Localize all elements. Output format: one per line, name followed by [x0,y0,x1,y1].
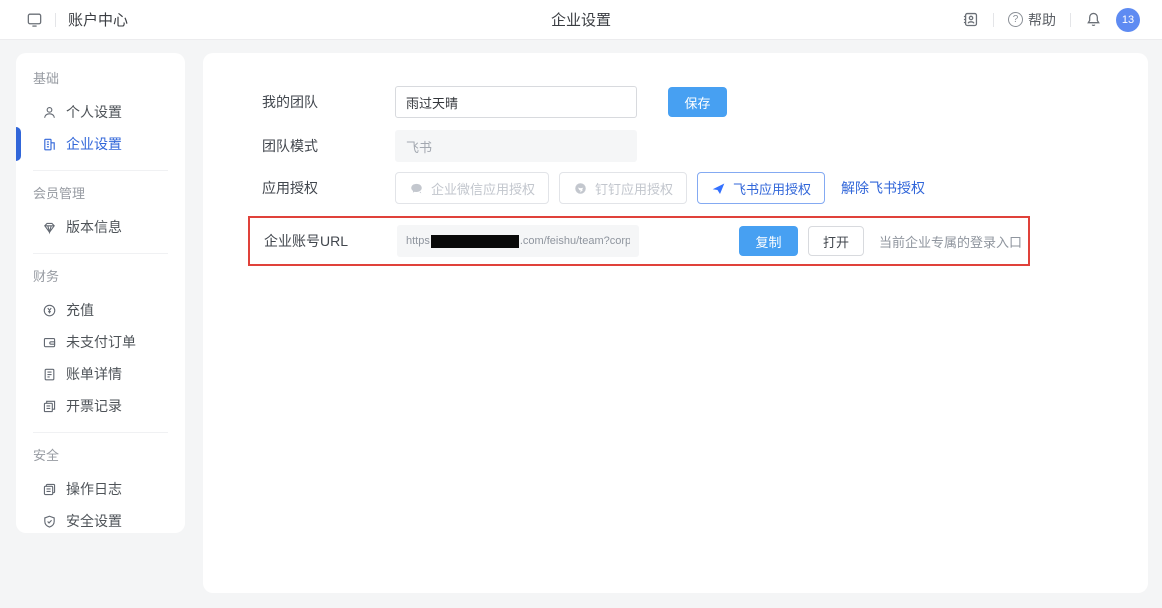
sidebar-item-label: 安全设置 [66,511,122,531]
gem-icon [42,220,57,235]
sidebar-item-label: 账单详情 [66,364,122,384]
login-entry-hint: 当前企业专属的登录入口 [879,232,1022,251]
save-button[interactable]: 保存 [668,87,727,117]
app-auth-label: 应用授权 [262,178,395,198]
enterprise-settings-panel: 我的团队 保存 团队模式 应用授权 企业微信应用授权 [203,53,1148,593]
sidebar-divider [33,432,168,433]
sidebar-divider [33,253,168,254]
avatar[interactable]: 13 [1116,8,1140,32]
corp-url-field: https .com/feishu/team?corp=cli_a1... [397,225,639,257]
question-icon: ? [1008,12,1023,27]
help-button[interactable]: ? 帮助 [1008,10,1056,30]
top-header: 账户中心 企业设置 ? 帮助 13 [0,0,1162,40]
header-divider [55,13,56,27]
sidebar-item-label: 版本信息 [66,217,122,237]
corp-url-label: 企业账号URL [264,231,397,251]
sidebar-item-label: 个人设置 [66,102,122,122]
wechat-icon [409,181,424,196]
sidebar-item-bill-details[interactable]: 账单详情 [16,359,185,389]
sidebar-item-label: 开票记录 [66,396,122,416]
team-mode-label: 团队模式 [262,136,395,156]
page-title: 企业设置 [300,9,862,30]
wechat-auth-label: 企业微信应用授权 [431,179,535,198]
app-logo-icon[interactable] [26,11,43,28]
sidebar-item-label: 操作日志 [66,479,122,499]
header-divider [1070,13,1071,27]
copy-button[interactable]: 复制 [739,226,798,256]
app-auth-row: 应用授权 企业微信应用授权 钉钉应用授权 [262,172,1148,204]
team-mode-row: 团队模式 [262,130,1148,162]
url-prefix: https [406,235,430,247]
help-label: 帮助 [1028,10,1056,30]
feishu-auth-label: 飞书应用授权 [733,179,811,198]
sidebar-item-label: 企业设置 [66,134,122,154]
feishu-auth-button[interactable]: 飞书应用授权 [697,172,825,204]
wechat-auth-button[interactable]: 企业微信应用授权 [395,172,549,204]
sidebar-item-label: 充值 [66,300,94,320]
corp-url-row: 企业账号URL https .com/feishu/team?corp=cli_… [264,225,1028,257]
log-icon [42,482,57,497]
highlight-red-box: 企业账号URL https .com/feishu/team?corp=cli_… [248,216,1030,266]
sidebar-item-recharge[interactable]: 充值 [16,295,185,325]
sidebar-divider [33,170,168,171]
coin-icon [42,303,57,318]
sidebar-section-title: 财务 [16,266,185,288]
sidebar-item-label: 未支付订单 [66,332,136,352]
team-name-input[interactable] [395,86,637,118]
sidebar-item-invoice-records[interactable]: 开票记录 [16,391,185,421]
sidebar-item-operation-logs[interactable]: 操作日志 [16,474,185,504]
dingtalk-auth-label: 钉钉应用授权 [595,179,673,198]
building-icon [42,137,57,152]
shield-icon [42,514,57,529]
unbind-feishu-link[interactable]: 解除飞书授权 [841,178,925,198]
invoice-icon [42,399,57,414]
redacted-block [431,235,519,248]
notification-bell-icon[interactable] [1085,11,1102,28]
team-mode-input [395,130,637,162]
team-name-label: 我的团队 [262,92,395,112]
person-icon [42,105,57,120]
app-title: 账户中心 [68,9,128,30]
open-button[interactable]: 打开 [808,226,864,256]
wallet-icon [42,335,57,350]
dingtalk-icon [573,181,588,196]
url-suffix: .com/feishu/team?corp=cli_a1... [520,235,630,247]
sidebar-section-title: 会员管理 [16,183,185,205]
dingtalk-auth-button[interactable]: 钉钉应用授权 [559,172,687,204]
header-divider [993,13,994,27]
sidebar-item-enterprise-settings[interactable]: 企业设置 [16,129,185,159]
sidebar-section-title: 安全 [16,445,185,467]
contacts-icon[interactable] [962,11,979,28]
sidebar-item-personal-settings[interactable]: 个人设置 [16,97,185,127]
bill-icon [42,367,57,382]
sidebar-item-unpaid-orders[interactable]: 未支付订单 [16,327,185,357]
feishu-icon [711,181,726,196]
sidebar-section-title: 基础 [16,68,185,90]
team-name-row: 我的团队 保存 [262,86,1148,118]
active-indicator [16,127,21,161]
sidebar: 基础 个人设置 企业设置 会员管理 版本信息 财务 [16,53,185,533]
sidebar-item-security-settings[interactable]: 安全设置 [16,506,185,536]
sidebar-item-version-info[interactable]: 版本信息 [16,212,185,242]
